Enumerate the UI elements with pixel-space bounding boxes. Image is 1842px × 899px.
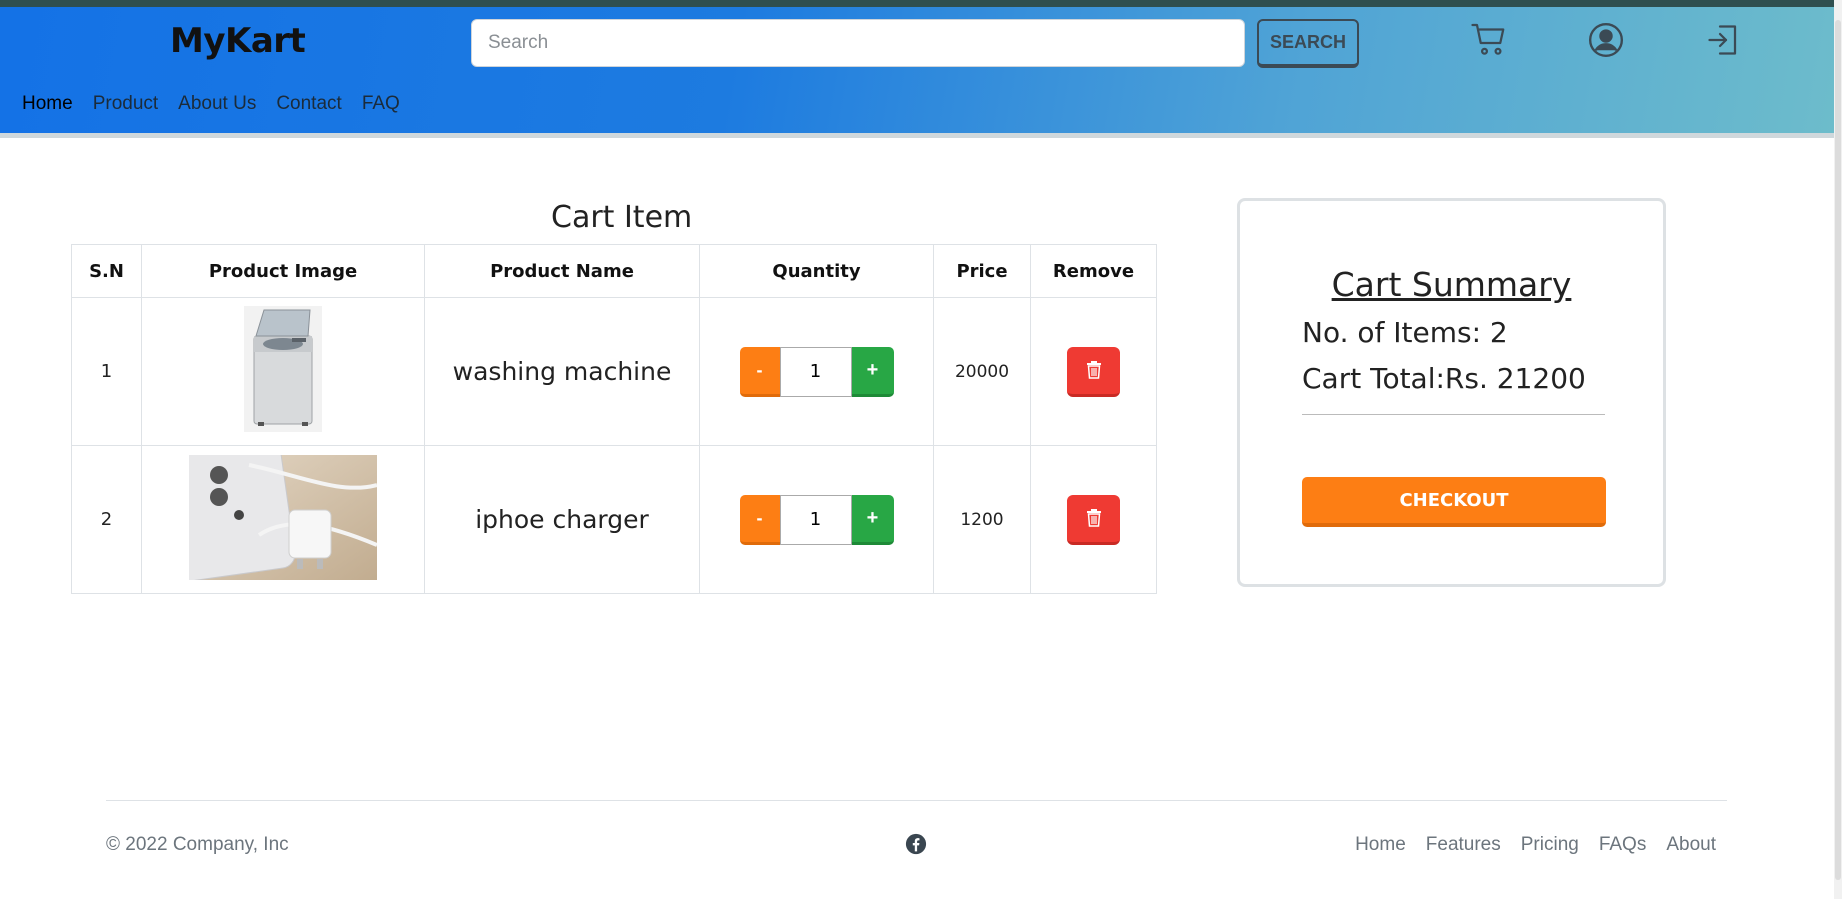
remove-cell xyxy=(1030,445,1157,594)
copyright: © 2022 Company, Inc xyxy=(106,834,289,855)
quantity-input[interactable] xyxy=(779,346,852,397)
quantity-stepper: - + xyxy=(739,346,894,397)
row-sn: 1 xyxy=(71,297,142,446)
row-product-name: iphoe charger xyxy=(424,445,700,594)
table-row: 1 washing machine - + xyxy=(71,297,1157,446)
table-row: 2 iphoe charger - 1 + 1200 xyxy=(71,445,1157,594)
increase-quantity-button[interactable]: + xyxy=(851,346,894,397)
scrollbar-thumb[interactable] xyxy=(1835,20,1841,880)
col-product-name: Product Name xyxy=(424,244,700,298)
header: MyKart SEARCH Home Product About Us Cont… xyxy=(0,7,1834,133)
summary-divider xyxy=(1302,414,1605,415)
increase-quantity-button[interactable]: + xyxy=(851,494,894,545)
row-product-name: washing machine xyxy=(424,297,700,446)
footer-link-features[interactable]: Features xyxy=(1426,834,1501,856)
top-strip xyxy=(0,0,1842,7)
footer-link-faqs[interactable]: FAQs xyxy=(1599,834,1647,856)
cart-summary-title: Cart Summary xyxy=(1331,265,1572,304)
search-input[interactable] xyxy=(471,19,1245,67)
col-sn: S.N xyxy=(71,244,142,298)
iphone-charger-image xyxy=(189,454,377,580)
row-price: 1200 xyxy=(933,445,1031,594)
col-remove: Remove xyxy=(1030,244,1157,298)
row-sn: 2 xyxy=(71,445,142,594)
sign-in-icon[interactable] xyxy=(1700,17,1746,63)
cart-title: Cart Item xyxy=(551,200,693,235)
quantity-input[interactable] xyxy=(779,494,852,545)
nav-contact[interactable]: Contact xyxy=(276,93,341,115)
quantity-stepper: - + xyxy=(739,494,894,545)
cart-icon[interactable] xyxy=(1466,17,1512,63)
product-image-cell xyxy=(141,445,425,594)
remove-cell xyxy=(1030,297,1157,446)
trash-icon xyxy=(1086,509,1101,527)
col-product-image: Product Image xyxy=(141,244,425,298)
decrease-quantity-button[interactable]: - xyxy=(739,494,780,545)
quantity-cell: - + xyxy=(699,297,934,446)
quantity-cell: - + xyxy=(699,445,934,594)
nav-about-us[interactable]: About Us xyxy=(178,93,256,115)
remove-item-button[interactable] xyxy=(1067,346,1120,397)
footer-divider xyxy=(106,800,1727,801)
col-price: Price xyxy=(933,244,1031,298)
col-quantity: Quantity xyxy=(699,244,934,298)
facebook-icon[interactable] xyxy=(905,833,927,860)
cart-summary-card: Cart Summary No. of Items: 2 Cart Total:… xyxy=(1237,198,1666,587)
nav-product[interactable]: Product xyxy=(93,93,158,115)
main-nav: Home Product About Us Contact FAQ xyxy=(22,93,420,115)
washing-machine-image xyxy=(244,306,322,432)
vertical-scrollbar[interactable] xyxy=(1834,0,1842,899)
header-divider xyxy=(0,133,1834,138)
table-header-row: S.N Product Image Product Name Quantity … xyxy=(71,244,1157,298)
trash-icon xyxy=(1086,361,1101,379)
footer-link-home[interactable]: Home xyxy=(1355,834,1406,856)
footer-link-about[interactable]: About xyxy=(1666,834,1716,856)
items-count: No. of Items: 2 xyxy=(1302,316,1508,349)
row-price: 20000 xyxy=(933,297,1031,446)
checkout-button[interactable]: CHECKOUT xyxy=(1302,477,1606,527)
cart-table: S.N Product Image Product Name Quantity … xyxy=(71,244,1157,594)
brand-logo[interactable]: MyKart xyxy=(170,21,306,61)
user-circle-icon[interactable] xyxy=(1583,17,1629,63)
product-image-cell xyxy=(141,297,425,446)
remove-item-button[interactable] xyxy=(1067,494,1120,545)
footer-link-pricing[interactable]: Pricing xyxy=(1521,834,1579,856)
nav-home[interactable]: Home xyxy=(22,93,73,115)
decrease-quantity-button[interactable]: - xyxy=(739,346,780,397)
cart-total: Cart Total:Rs. 21200 xyxy=(1302,362,1586,395)
nav-faq[interactable]: FAQ xyxy=(362,93,400,115)
search-button[interactable]: SEARCH xyxy=(1257,19,1359,68)
footer-links: Home Features Pricing FAQs About xyxy=(1335,834,1716,856)
